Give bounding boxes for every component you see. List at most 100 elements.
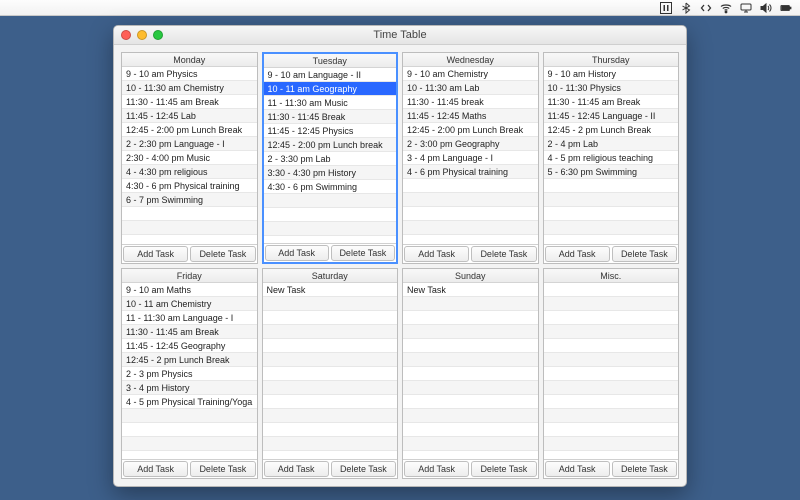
task-row[interactable] (122, 221, 257, 235)
task-row[interactable]: 3:30 - 4:30 pm History (264, 166, 397, 180)
task-row[interactable]: 11:30 - 11:45 break (403, 95, 538, 109)
delete-task-button[interactable]: Delete Task (471, 246, 536, 262)
task-row[interactable] (544, 423, 679, 437)
task-row[interactable]: 10 - 11:30 am Chemistry (122, 81, 257, 95)
task-row[interactable] (122, 437, 257, 451)
task-row[interactable] (544, 395, 679, 409)
task-row[interactable] (264, 208, 397, 222)
task-row[interactable] (544, 409, 679, 423)
task-row[interactable] (544, 437, 679, 451)
task-list[interactable]: 9 - 10 am History10 - 11:30 Physics11:30… (544, 67, 679, 244)
task-row[interactable]: New Task (263, 283, 398, 297)
add-task-button[interactable]: Add Task (123, 461, 188, 477)
battery-icon[interactable] (780, 2, 792, 14)
delete-task-button[interactable]: Delete Task (190, 246, 255, 262)
task-row[interactable] (544, 179, 679, 193)
task-row[interactable] (544, 325, 679, 339)
add-task-button[interactable]: Add Task (264, 461, 329, 477)
task-row[interactable]: 9 - 10 am Language - II (264, 68, 397, 82)
minimize-icon[interactable] (137, 30, 147, 40)
task-row[interactable]: 12:45 - 2:00 pm Lunch Break (122, 123, 257, 137)
task-row[interactable] (264, 222, 397, 236)
pause-icon[interactable] (660, 2, 672, 14)
delete-task-button[interactable]: Delete Task (331, 461, 396, 477)
wifi-icon[interactable] (720, 2, 732, 14)
task-row[interactable]: 12:45 - 2:00 pm Lunch Break (403, 123, 538, 137)
task-row[interactable] (403, 423, 538, 437)
add-task-button[interactable]: Add Task (265, 245, 329, 261)
bluetooth-icon[interactable] (680, 2, 692, 14)
task-row[interactable] (544, 367, 679, 381)
task-list[interactable]: 9 - 10 am Physics10 - 11:30 am Chemistry… (122, 67, 257, 244)
task-row[interactable] (544, 221, 679, 235)
volume-icon[interactable] (760, 2, 772, 14)
task-row[interactable] (263, 339, 398, 353)
task-row[interactable] (544, 381, 679, 395)
delete-task-button[interactable]: Delete Task (612, 461, 677, 477)
task-row[interactable] (403, 207, 538, 221)
add-task-button[interactable]: Add Task (545, 461, 610, 477)
task-row[interactable]: 2:30 - 4:00 pm Music (122, 151, 257, 165)
task-row[interactable] (403, 297, 538, 311)
task-row[interactable] (264, 194, 397, 208)
task-row[interactable]: 4 - 4:30 pm religious (122, 165, 257, 179)
task-row[interactable]: 9 - 10 am Chemistry (403, 67, 538, 81)
task-row[interactable] (403, 339, 538, 353)
task-row[interactable] (403, 381, 538, 395)
task-row[interactable]: 11:30 - 11:45 am Break (122, 325, 257, 339)
task-row[interactable]: 2 - 3 pm Physics (122, 367, 257, 381)
task-row[interactable]: 9 - 10 am Physics (122, 67, 257, 81)
task-row[interactable]: 11:45 - 12:45 Language - II (544, 109, 679, 123)
task-row[interactable]: New Task (403, 283, 538, 297)
close-icon[interactable] (121, 30, 131, 40)
delete-task-button[interactable]: Delete Task (331, 245, 395, 261)
task-list[interactable]: 9 - 10 am Language - II10 - 11 am Geogra… (264, 68, 397, 243)
task-row[interactable]: 11:45 - 12:45 Physics (264, 124, 397, 138)
task-row[interactable]: 9 - 10 am Maths (122, 283, 257, 297)
task-row[interactable] (544, 353, 679, 367)
task-row[interactable] (403, 353, 538, 367)
task-list[interactable]: 9 - 10 am Chemistry10 - 11:30 am Lab11:3… (403, 67, 538, 244)
task-row[interactable]: 11:45 - 12:45 Lab (122, 109, 257, 123)
task-list[interactable] (544, 283, 679, 460)
delete-task-button[interactable]: Delete Task (190, 461, 255, 477)
task-row[interactable]: 4:30 - 6 pm Physical training (122, 179, 257, 193)
task-row[interactable]: 12:45 - 2 pm Lunch Break (544, 123, 679, 137)
task-row[interactable] (544, 311, 679, 325)
task-row[interactable] (544, 339, 679, 353)
display-icon[interactable] (740, 2, 752, 14)
add-task-button[interactable]: Add Task (404, 461, 469, 477)
task-row[interactable] (263, 297, 398, 311)
task-row[interactable]: 9 - 10 am History (544, 67, 679, 81)
task-row[interactable] (263, 311, 398, 325)
task-row[interactable]: 2 - 2:30 pm Language - I (122, 137, 257, 151)
task-row[interactable] (263, 381, 398, 395)
task-row[interactable]: 11:30 - 11:45 am Break (544, 95, 679, 109)
task-row[interactable]: 11:30 - 11:45 Break (264, 110, 397, 124)
task-row[interactable]: 4 - 5 pm religious teaching (544, 151, 679, 165)
task-row[interactable] (544, 297, 679, 311)
code-icon[interactable] (700, 2, 712, 14)
task-row[interactable] (403, 367, 538, 381)
task-row[interactable]: 3 - 4 pm Language - I (403, 151, 538, 165)
task-row[interactable]: 6 - 7 pm Swimming (122, 193, 257, 207)
task-row[interactable] (403, 437, 538, 451)
task-row[interactable] (403, 395, 538, 409)
task-row[interactable] (544, 283, 679, 297)
task-row[interactable]: 11:45 - 12:45 Maths (403, 109, 538, 123)
add-task-button[interactable]: Add Task (404, 246, 469, 262)
task-row[interactable] (122, 207, 257, 221)
task-row[interactable]: 2 - 4 pm Lab (544, 137, 679, 151)
add-task-button[interactable]: Add Task (545, 246, 610, 262)
delete-task-button[interactable]: Delete Task (471, 461, 536, 477)
task-row[interactable] (263, 395, 398, 409)
task-row[interactable]: 2 - 3:30 pm Lab (264, 152, 397, 166)
task-row[interactable] (263, 423, 398, 437)
task-row[interactable] (263, 437, 398, 451)
task-row[interactable]: 4:30 - 6 pm Swimming (264, 180, 397, 194)
task-row[interactable] (263, 325, 398, 339)
task-row[interactable] (403, 325, 538, 339)
task-row[interactable] (122, 409, 257, 423)
task-row[interactable] (403, 221, 538, 235)
task-row[interactable]: 10 - 11:30 am Lab (403, 81, 538, 95)
